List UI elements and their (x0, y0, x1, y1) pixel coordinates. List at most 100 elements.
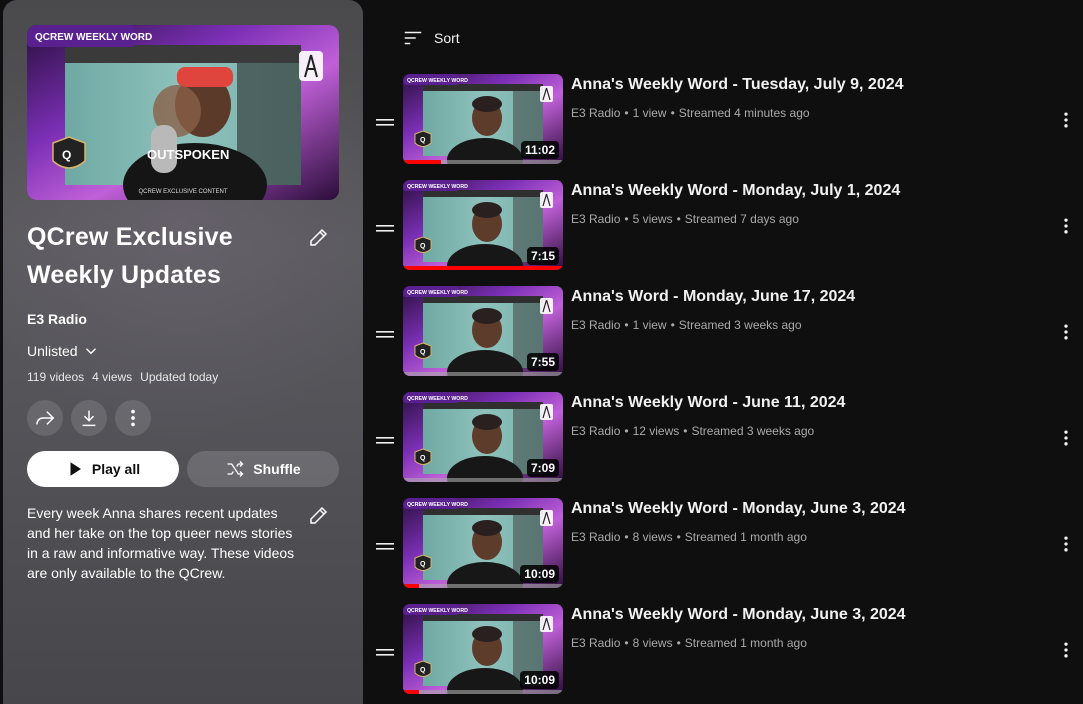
video-title[interactable]: Anna's Weekly Word - Monday, July 1, 202… (571, 182, 900, 200)
video-title[interactable]: Anna's Weekly Word - Monday, June 3, 202… (571, 500, 906, 518)
share-button[interactable] (27, 400, 63, 436)
drag-handle-icon[interactable] (376, 326, 394, 338)
play-icon (70, 462, 81, 476)
video-title[interactable]: Anna's Weekly Word - June 11, 2024 (571, 394, 845, 412)
more-vertical-icon (1064, 642, 1068, 658)
more-vertical-icon (1064, 112, 1068, 128)
drag-handle-icon[interactable] (376, 644, 394, 656)
thumb-banner: QCREW WEEKLY WORD (407, 290, 468, 296)
sort-label: Sort (434, 30, 460, 46)
video-row[interactable]: QCREW WEEKLY WORD Q 11:02 Anna's Weekly … (370, 74, 1083, 170)
chevron-down-icon (85, 348, 96, 355)
video-meta: E3 Radio • 12 views • Streamed 3 weeks ago (571, 424, 814, 438)
video-row[interactable]: QCREW WEEKLY WORD Q 10:09 Anna's Weekly … (370, 498, 1083, 594)
video-channel[interactable]: E3 Radio (571, 106, 620, 120)
video-streamed: Streamed 3 weeks ago (691, 424, 815, 438)
meta-separator: • (676, 212, 681, 226)
video-streamed: Streamed 4 minutes ago (678, 106, 810, 120)
video-channel[interactable]: E3 Radio (571, 424, 620, 438)
video-more-button[interactable] (1054, 320, 1078, 344)
meta-separator: • (683, 424, 688, 438)
edit-description-icon[interactable] (307, 503, 331, 527)
video-row[interactable]: QCREW WEEKLY WORD Q 7:55 Anna's Word - M… (370, 286, 1083, 382)
video-meta: E3 Radio • 8 views • Streamed 1 month ago (571, 636, 807, 650)
svg-text:Q: Q (420, 455, 426, 462)
video-title[interactable]: Anna's Weekly Word - Tuesday, July 9, 20… (571, 76, 904, 94)
watch-progress-bar (403, 690, 563, 694)
share-icon (36, 411, 55, 425)
playlist-title: QCrew Exclusive Weekly Updates (27, 223, 233, 289)
watch-progress-bar (403, 372, 563, 376)
video-thumbnail[interactable]: QCREW WEEKLY WORD Q 7:09 (403, 392, 563, 482)
drag-handle-icon[interactable] (376, 220, 394, 232)
video-row[interactable]: QCREW WEEKLY WORD Q 10:09 Anna's Weekly … (370, 604, 1083, 700)
svg-text:Q: Q (420, 667, 426, 674)
svg-text:Q: Q (420, 243, 426, 250)
video-views: 8 views (632, 636, 673, 650)
download-icon (82, 410, 96, 427)
video-thumbnail[interactable]: QCREW WEEKLY WORD Q 7:15 (403, 180, 563, 270)
privacy-dropdown[interactable]: Unlisted (27, 342, 100, 360)
video-channel[interactable]: E3 Radio (571, 636, 620, 650)
meta-separator: • (670, 318, 675, 332)
video-title[interactable]: Anna's Word - Monday, June 17, 2024 (571, 288, 855, 306)
video-row[interactable]: QCREW WEEKLY WORD Q 7:15 Anna's Weekly W… (370, 180, 1083, 276)
video-meta: E3 Radio • 5 views • Streamed 7 days ago (571, 212, 799, 226)
shuffle-button[interactable]: Shuffle (187, 451, 339, 487)
video-thumbnail[interactable]: QCREW WEEKLY WORD Q 10:09 (403, 498, 563, 588)
video-channel[interactable]: E3 Radio (571, 318, 620, 332)
video-streamed: Streamed 1 month ago (684, 636, 807, 650)
video-row[interactable]: QCREW WEEKLY WORD Q 7:09 Anna's Weekly W… (370, 392, 1083, 488)
updated-text: Updated today (140, 370, 219, 384)
video-count: 119 videos (27, 370, 85, 384)
edit-title-icon[interactable] (307, 225, 331, 249)
more-actions-button[interactable] (115, 400, 151, 436)
video-channel[interactable]: E3 Radio (571, 212, 620, 226)
watch-progress-bar (403, 160, 563, 164)
svg-text:Q: Q (62, 148, 71, 162)
video-duration: 11:02 (520, 141, 559, 159)
hero-banner: QCREW WEEKLY WORD (35, 32, 152, 43)
video-thumbnail[interactable]: QCREW WEEKLY WORD Q 10:09 (403, 604, 563, 694)
playlist-stats: 119 videos 4 views Updated today (27, 370, 218, 384)
shuffle-label: Shuffle (253, 461, 301, 477)
drag-handle-icon[interactable] (376, 432, 394, 444)
video-more-button[interactable] (1054, 638, 1078, 662)
video-meta: E3 Radio • 8 views • Streamed 1 month ago (571, 530, 807, 544)
video-more-button[interactable] (1054, 108, 1078, 132)
more-vertical-icon (1064, 430, 1068, 446)
watch-progress-bar (403, 584, 563, 588)
meta-separator: • (676, 636, 681, 650)
video-duration: 7:15 (526, 247, 559, 265)
sort-button[interactable]: Sort (402, 27, 460, 49)
more-vertical-icon (1064, 324, 1068, 340)
video-title[interactable]: Anna's Weekly Word - Monday, June 3, 202… (571, 606, 906, 624)
video-thumbnail[interactable]: QCREW WEEKLY WORD Q 7:55 (403, 286, 563, 376)
video-channel[interactable]: E3 Radio (571, 530, 620, 544)
playlist-hero-thumbnail[interactable]: OUTSPOKEN QCREW WEEKLY WORD Q QCREW EXCL… (27, 25, 339, 200)
playlist-owner[interactable]: E3 Radio (27, 311, 87, 327)
video-thumbnail[interactable]: QCREW WEEKLY WORD Q 11:02 (403, 74, 563, 164)
play-all-button[interactable]: Play all (27, 451, 179, 487)
playlist-header-panel: OUTSPOKEN QCREW WEEKLY WORD Q QCREW EXCL… (3, 0, 363, 704)
thumb-banner: QCREW WEEKLY WORD (407, 608, 468, 614)
video-views: 8 views (632, 530, 673, 544)
drag-handle-icon[interactable] (376, 538, 394, 550)
video-duration: 10:09 (520, 565, 559, 583)
watch-progress-fill (403, 690, 419, 694)
video-more-button[interactable] (1054, 532, 1078, 556)
download-button[interactable] (71, 400, 107, 436)
sort-icon (404, 31, 422, 45)
play-all-label: Play all (91, 461, 141, 477)
video-streamed: Streamed 3 weeks ago (678, 318, 802, 332)
meta-separator: • (624, 424, 629, 438)
video-more-button[interactable] (1054, 214, 1078, 238)
drag-handle-icon[interactable] (376, 114, 394, 126)
video-meta: E3 Radio • 1 view • Streamed 4 minutes ago (571, 106, 810, 120)
video-more-button[interactable] (1054, 426, 1078, 450)
thumb-banner: QCREW WEEKLY WORD (407, 78, 468, 84)
meta-separator: • (670, 106, 675, 120)
watch-progress-fill (403, 584, 419, 588)
watch-progress-bar (403, 266, 563, 270)
hero-mic-text: OUTSPOKEN (147, 147, 229, 162)
